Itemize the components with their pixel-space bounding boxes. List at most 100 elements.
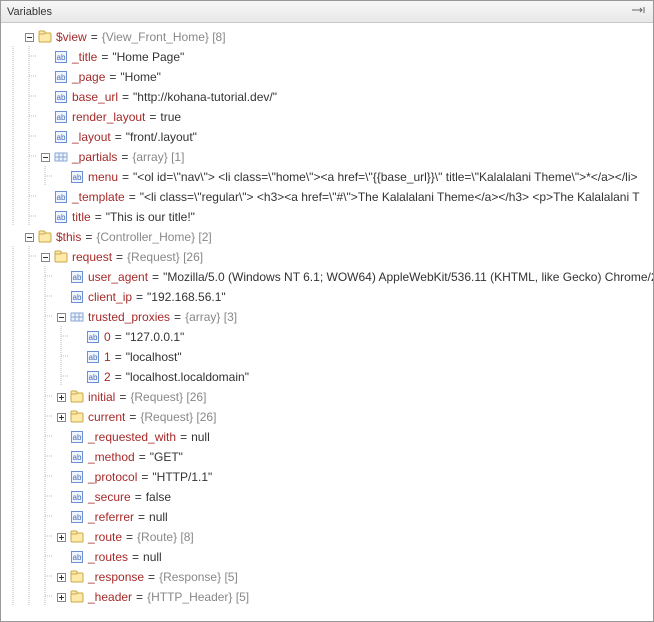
var-value: {Response} [5] xyxy=(159,570,238,584)
svg-text:ab: ab xyxy=(73,513,82,522)
equals: = xyxy=(135,490,142,504)
var-value: "<ol id=\"nav\"> <li class=\"home\"><a h… xyxy=(133,170,637,184)
tree-row[interactable]: initial = {Request} [26] xyxy=(1,387,653,407)
object-icon xyxy=(69,529,85,545)
collapse-icon[interactable] xyxy=(21,29,37,45)
array-icon xyxy=(69,309,85,325)
equals: = xyxy=(115,350,122,364)
string-icon: ab xyxy=(85,369,101,385)
tree-row: ab_method = "GET" xyxy=(1,447,653,467)
tree-row[interactable]: _route = {Route} [8] xyxy=(1,527,653,547)
object-icon xyxy=(69,569,85,585)
tree-row[interactable]: $this = {Controller_Home} [2] xyxy=(1,227,653,247)
svg-text:ab: ab xyxy=(73,273,82,282)
var-name: _template xyxy=(72,190,125,204)
string-icon: ab xyxy=(69,169,85,185)
equals: = xyxy=(122,170,129,184)
equals: = xyxy=(152,270,159,284)
var-value: "GET" xyxy=(150,450,183,464)
string-icon: ab xyxy=(69,549,85,565)
object-icon xyxy=(69,389,85,405)
equals: = xyxy=(129,190,136,204)
equals: = xyxy=(180,430,187,444)
no-twist xyxy=(53,449,69,465)
equals: = xyxy=(136,290,143,304)
no-twist xyxy=(37,109,53,125)
var-name: 2 xyxy=(104,370,111,384)
var-name: _method xyxy=(88,450,135,464)
expand-icon[interactable] xyxy=(53,569,69,585)
tree-row[interactable]: trusted_proxies = {array} [3] xyxy=(1,307,653,327)
expand-icon[interactable] xyxy=(53,409,69,425)
no-twist xyxy=(53,549,69,565)
tree-row: ab_page = "Home" xyxy=(1,67,653,87)
var-name: _secure xyxy=(88,490,131,504)
svg-text:ab: ab xyxy=(57,113,66,122)
no-twist xyxy=(37,129,53,145)
var-value: null xyxy=(143,550,162,564)
var-name: _response xyxy=(88,570,144,584)
equals: = xyxy=(141,470,148,484)
equals: = xyxy=(138,510,145,524)
svg-text:ab: ab xyxy=(57,213,66,222)
no-twist xyxy=(53,269,69,285)
svg-text:ab: ab xyxy=(73,433,82,442)
no-twist xyxy=(53,169,69,185)
svg-text:ab: ab xyxy=(73,493,82,502)
tree-row: ab1 = "localhost" xyxy=(1,347,653,367)
equals: = xyxy=(95,210,102,224)
var-name: _title xyxy=(72,50,97,64)
tree-row[interactable]: _response = {Response} [5] xyxy=(1,567,653,587)
var-name: _requested_with xyxy=(88,430,176,444)
array-icon xyxy=(53,149,69,165)
no-twist xyxy=(53,509,69,525)
tree-row[interactable]: request = {Request} [26] xyxy=(1,247,653,267)
collapse-icon[interactable] xyxy=(53,309,69,325)
var-name: user_agent xyxy=(88,270,148,284)
object-icon xyxy=(69,589,85,605)
expand-icon[interactable] xyxy=(53,589,69,605)
equals: = xyxy=(121,150,128,164)
var-name: trusted_proxies xyxy=(88,310,170,324)
var-value: "localhost" xyxy=(126,350,182,364)
no-twist xyxy=(69,329,85,345)
var-name: current xyxy=(88,410,125,424)
tree-row: ab_secure = false xyxy=(1,487,653,507)
svg-text:ab: ab xyxy=(57,53,66,62)
equals: = xyxy=(101,50,108,64)
tree-row: ab0 = "127.0.0.1" xyxy=(1,327,653,347)
var-name: client_ip xyxy=(88,290,132,304)
tree-row[interactable]: $view = {View_Front_Home} [8] xyxy=(1,27,653,47)
var-value: "Home" xyxy=(120,70,161,84)
collapse-icon[interactable] xyxy=(21,229,37,245)
tree-row: ab_template = "<li class=\"regular\"> <h… xyxy=(1,187,653,207)
var-name: initial xyxy=(88,390,115,404)
string-icon: ab xyxy=(69,429,85,445)
tree-row: ab_referrer = null xyxy=(1,507,653,527)
string-icon: ab xyxy=(85,329,101,345)
equals: = xyxy=(116,250,123,264)
expand-icon[interactable] xyxy=(53,389,69,405)
tree-row[interactable]: _header = {HTTP_Header} [5] xyxy=(1,587,653,607)
equals: = xyxy=(148,570,155,584)
minimize-icon[interactable] xyxy=(631,4,647,20)
var-name: _referrer xyxy=(88,510,134,524)
equals: = xyxy=(85,230,92,244)
variables-tree[interactable]: $view = {View_Front_Home} [8]ab_title = … xyxy=(1,23,653,621)
var-name: title xyxy=(72,210,91,224)
tree-row: ab_protocol = "HTTP/1.1" xyxy=(1,467,653,487)
var-name: _page xyxy=(72,70,105,84)
equals: = xyxy=(91,30,98,44)
no-twist xyxy=(37,209,53,225)
tree-row[interactable]: _partials = {array} [1] xyxy=(1,147,653,167)
string-icon: ab xyxy=(53,209,69,225)
var-name: _protocol xyxy=(88,470,137,484)
var-name: $view xyxy=(56,30,87,44)
expand-icon[interactable] xyxy=(53,529,69,545)
collapse-icon[interactable] xyxy=(37,149,53,165)
equals: = xyxy=(174,310,181,324)
equals: = xyxy=(129,410,136,424)
collapse-icon[interactable] xyxy=(37,249,53,265)
tree-row[interactable]: current = {Request} [26] xyxy=(1,407,653,427)
var-value: {HTTP_Header} [5] xyxy=(147,590,249,604)
